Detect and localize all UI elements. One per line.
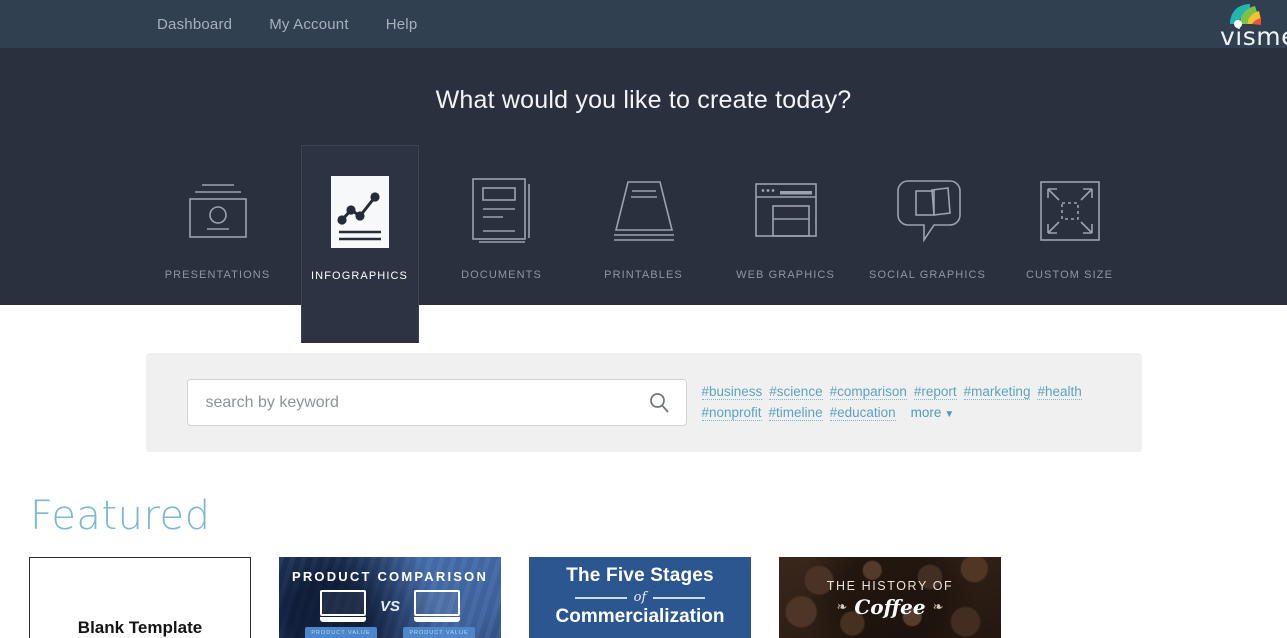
featured-heading: Featured	[30, 493, 211, 539]
visme-logo-text: visme	[1220, 22, 1287, 48]
category-selector: PRESENTATIONS INFOGRAPHICS DOCUMENTS PRI…	[0, 48, 1287, 343]
more-tags-button[interactable]: more ▼	[911, 405, 955, 421]
tag-education[interactable]: #education	[829, 405, 896, 421]
keyword-tag-list: #business #science #comparison #report #…	[701, 384, 1112, 421]
template-card-history-of-coffee[interactable]: THE HISTORY OF ❧ Coffee ❧	[779, 557, 1001, 638]
template-card-blank[interactable]: Blank Template	[29, 557, 251, 638]
category-label: DOCUMENTS	[461, 269, 542, 281]
category-infographics[interactable]: INFOGRAPHICS	[300, 145, 419, 343]
template-title: PRODUCT COMPARISON	[291, 569, 489, 584]
more-tags-label: more	[910, 405, 942, 420]
title-line2-row: ❧ Coffee ❧	[779, 595, 1001, 619]
infographic-icon	[330, 168, 389, 256]
leaf-ornament-right: ❧	[932, 599, 944, 614]
category-label: SOCIAL GRAPHICS	[869, 269, 986, 281]
category-web-graphics[interactable]: WEB GRAPHICS	[727, 145, 845, 315]
category-custom-size[interactable]: CUSTOM SIZE	[1011, 145, 1129, 315]
category-label: PRINTABLES	[604, 269, 683, 281]
product-value-right: PRODUCT VALUE	[403, 627, 475, 638]
comparison-buttons: PRODUCT VALUE PRODUCT VALUE	[279, 627, 501, 638]
template-card-product-comparison[interactable]: PRODUCT COMPARISON VS PRODUCT VALUE PROD…	[279, 557, 501, 638]
template-title-line2: Commercialization	[555, 606, 725, 627]
tag-business[interactable]: #business	[701, 384, 763, 400]
speech-bubble-icon	[894, 167, 962, 255]
template-title-line2: Coffee	[854, 595, 926, 619]
printable-icon	[610, 167, 678, 255]
top-nav-links: Dashboard My Account Help	[157, 16, 417, 33]
chevron-down-icon: ▼	[944, 409, 955, 420]
template-title-line1: THE HISTORY OF	[826, 579, 954, 593]
documents-icon	[469, 167, 535, 255]
featured-template-list: Blank Template PRODUCT COMPARISON VS PRO…	[29, 557, 1287, 638]
top-navigation-bar: Dashboard My Account Help visme	[0, 0, 1287, 48]
tag-science[interactable]: #science	[769, 384, 823, 400]
search-panel: #business #science #comparison #report #…	[145, 353, 1142, 452]
search-input[interactable]	[205, 393, 626, 412]
template-title-line1: The Five Stages	[566, 565, 714, 586]
nav-item-help[interactable]: Help	[386, 16, 418, 33]
title-connector: of	[633, 590, 647, 605]
category-printables[interactable]: PRINTABLES	[585, 145, 703, 315]
search-box[interactable]	[186, 379, 687, 426]
category-documents[interactable]: DOCUMENTS	[443, 145, 561, 315]
tag-timeline[interactable]: #timeline	[768, 405, 823, 421]
tag-health[interactable]: #health	[1037, 384, 1082, 400]
nav-item-dashboard[interactable]: Dashboard	[157, 16, 232, 33]
template-card-five-stages[interactable]: The Five Stages of Commercialization	[529, 557, 751, 638]
rule-right	[653, 596, 706, 599]
hero-section: What would you like to create today? PRE…	[0, 48, 1287, 343]
tag-nonprofit[interactable]: #nonprofit	[701, 405, 762, 421]
category-label: INFOGRAPHICS	[311, 270, 408, 282]
leaf-ornament-left: ❧	[836, 599, 848, 614]
browser-icon	[753, 167, 819, 255]
selected-tab-indicator	[300, 329, 419, 343]
laptop-icon-left	[319, 590, 366, 622]
category-label: CUSTOM SIZE	[1025, 269, 1114, 281]
product-value-left: PRODUCT VALUE	[305, 627, 377, 638]
tag-comparison[interactable]: #comparison	[829, 384, 907, 400]
category-social-graphics[interactable]: SOCIAL GRAPHICS	[869, 145, 987, 315]
presentation-icon	[182, 167, 254, 255]
category-label: WEB GRAPHICS	[736, 269, 835, 281]
template-title: Blank Template	[77, 618, 203, 637]
nav-item-my-account[interactable]: My Account	[269, 16, 349, 33]
title-connector-row: of	[529, 590, 751, 605]
laptop-icon-right	[414, 590, 460, 622]
category-presentations[interactable]: PRESENTATIONS	[159, 145, 277, 315]
rule-left	[574, 596, 627, 599]
search-icon[interactable]	[648, 392, 670, 419]
visme-logo[interactable]: visme	[1200, 2, 1287, 48]
comparison-row: VS	[279, 590, 501, 622]
vs-label: VS	[379, 597, 400, 615]
category-label: PRESENTATIONS	[164, 269, 271, 281]
tag-report[interactable]: #report	[913, 384, 957, 400]
resize-arrows-icon	[1039, 167, 1101, 255]
tag-marketing[interactable]: #marketing	[963, 384, 1031, 400]
